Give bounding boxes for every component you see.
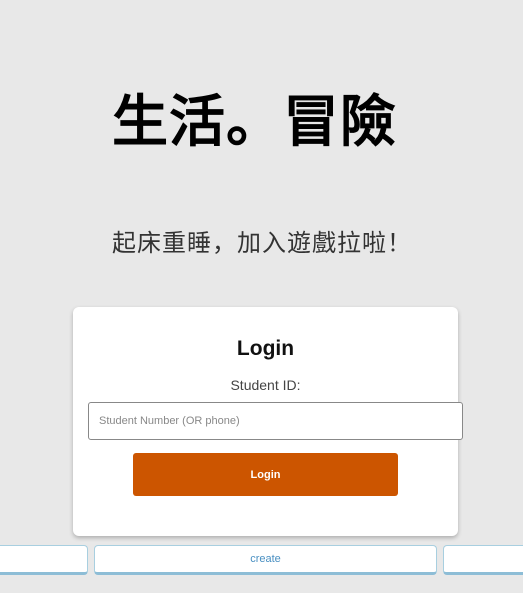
login-card: Login Student ID: Login (73, 307, 463, 536)
tagline: 起床重睡，加入遊戲拉啦！ (112, 229, 412, 257)
student-id-input[interactable] (88, 402, 463, 440)
bottom-tab-left[interactable] (0, 545, 88, 575)
app-title: 生活。冒險 (112, 90, 397, 155)
login-heading: Login (236, 337, 295, 360)
student-id-label: Student ID: (230, 377, 301, 393)
bottom-tab-right[interactable] (443, 545, 523, 575)
login-button[interactable]: Login (133, 453, 398, 496)
create-tab[interactable]: create (94, 545, 437, 575)
